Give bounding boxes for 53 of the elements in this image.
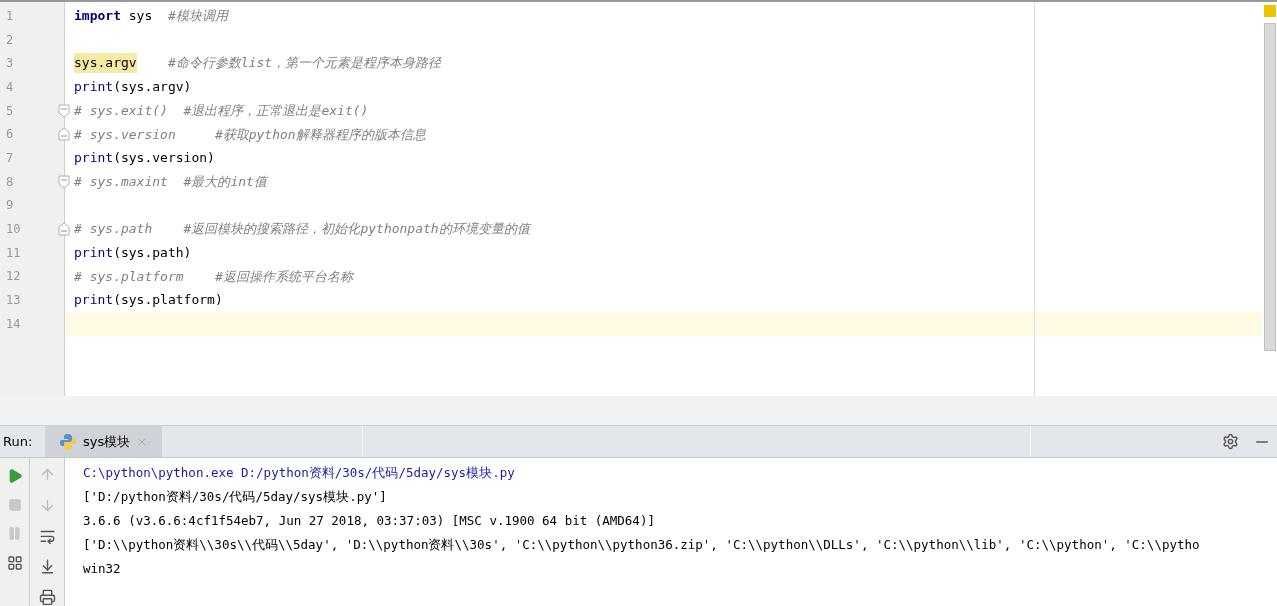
fold-icon[interactable] bbox=[58, 103, 70, 118]
line-number: 10 bbox=[6, 221, 21, 239]
code-text: # sys.platform #返回操作系统平台名称 bbox=[74, 267, 353, 286]
inspection-icon[interactable] bbox=[1263, 5, 1276, 17]
code-text: # sys.version #获取python解释器程序的版本信息 bbox=[74, 125, 426, 144]
line-number: 12 bbox=[6, 268, 21, 286]
code-text: (sys.path) bbox=[113, 243, 192, 262]
layout-icon[interactable] bbox=[6, 555, 23, 571]
code-text: sys.argv bbox=[74, 53, 137, 73]
tab-title: sys模块 bbox=[83, 432, 131, 451]
python-logo-icon bbox=[59, 432, 77, 451]
code-text: # sys.exit() #退出程序，正常退出是exit() bbox=[74, 101, 369, 120]
line-number: 14 bbox=[6, 315, 21, 333]
line-number: 11 bbox=[6, 244, 21, 262]
code-text: #模块调用 bbox=[167, 7, 228, 26]
code-text: #命令行参数list，第一个元素是程序本身路径 bbox=[166, 54, 442, 73]
printer-icon[interactable] bbox=[38, 589, 56, 606]
scrollbar[interactable] bbox=[1263, 23, 1276, 351]
line-number: 9 bbox=[6, 197, 14, 215]
console-line: win32 bbox=[83, 560, 122, 578]
line-number: 3 bbox=[6, 55, 14, 73]
code-text: (sys.version) bbox=[113, 149, 215, 168]
settings-icon[interactable] bbox=[1222, 433, 1239, 450]
line-number: 7 bbox=[6, 149, 14, 167]
stop-icon[interactable] bbox=[7, 498, 22, 512]
code-text: print bbox=[74, 243, 114, 262]
run-label: Run: bbox=[2, 432, 34, 451]
console-line: C:\python\python.exe D:/python资料/30s/代码/5day/sys模块.py bbox=[83, 464, 516, 482]
code-text: (sys.argv) bbox=[113, 78, 192, 97]
console-line: ['D:/python资料/30s/代码/5day/sys模块.py'] bbox=[83, 488, 388, 506]
run-tab[interactable]: sys模块 bbox=[45, 426, 163, 457]
line-number: 13 bbox=[6, 292, 21, 310]
line-number: 5 bbox=[6, 102, 14, 120]
console-line: 3.6.6 (v3.6.6:4cf1f54eb7, Jun 27 2018, 03:37:03) [MSC v.1900 64 bit (AMD64)] bbox=[83, 512, 656, 530]
code-text: import bbox=[74, 7, 121, 26]
code-text: print bbox=[74, 78, 114, 97]
code-text: (sys.platform) bbox=[113, 291, 223, 310]
panel-splitter[interactable] bbox=[0, 396, 1277, 426]
code-text: # sys.maxint #最大的int值 bbox=[74, 172, 267, 191]
line-number: 1 bbox=[6, 7, 14, 25]
pause-icon[interactable] bbox=[7, 526, 22, 541]
code-text: print bbox=[74, 149, 114, 168]
fold-icon[interactable] bbox=[58, 222, 70, 237]
fold-icon[interactable] bbox=[58, 174, 70, 189]
code-text: # sys.path #返回模块的搜索路径，初始化pythonpath的环境变量的值 bbox=[74, 220, 530, 239]
line-number: 2 bbox=[6, 31, 14, 49]
fold-icon[interactable] bbox=[58, 127, 70, 142]
code-text: sys bbox=[127, 7, 154, 26]
code-text: print bbox=[74, 291, 114, 310]
line-number: 8 bbox=[6, 173, 14, 191]
line-number: 6 bbox=[6, 126, 14, 144]
line-number: 4 bbox=[6, 78, 14, 96]
console-line: ['D:\\python资料\\30s\\代码\\5day', 'D:\\python资料\\30s', 'C:\\python\\python36.zip', 'C:\\python\\DLLs', 'C:\\python\\lib', 'C:\\python', 'C:\\pytho bbox=[83, 536, 1201, 554]
